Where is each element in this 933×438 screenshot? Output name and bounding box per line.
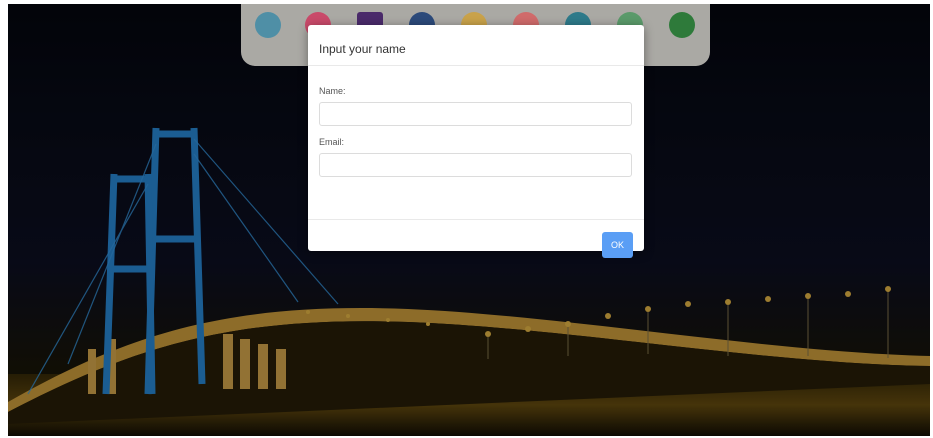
desktop-screen: Input your name Name: Email: OK — [8, 4, 930, 436]
dialog-header: Input your name — [308, 25, 644, 66]
email-label: Email: — [319, 137, 345, 147]
dialog-footer: OK — [308, 220, 644, 270]
ok-button[interactable]: OK — [602, 232, 633, 258]
name-label: Name: — [319, 86, 346, 96]
name-input[interactable] — [319, 102, 632, 126]
globe-logo-icon — [255, 12, 281, 38]
email-input[interactable] — [319, 153, 632, 177]
green-crest-logo-icon — [669, 12, 695, 38]
input-name-dialog: Input your name Name: Email: OK — [308, 25, 644, 258]
dialog-title: Input your name — [319, 42, 406, 56]
dialog-body: Name: Email: — [308, 86, 644, 220]
